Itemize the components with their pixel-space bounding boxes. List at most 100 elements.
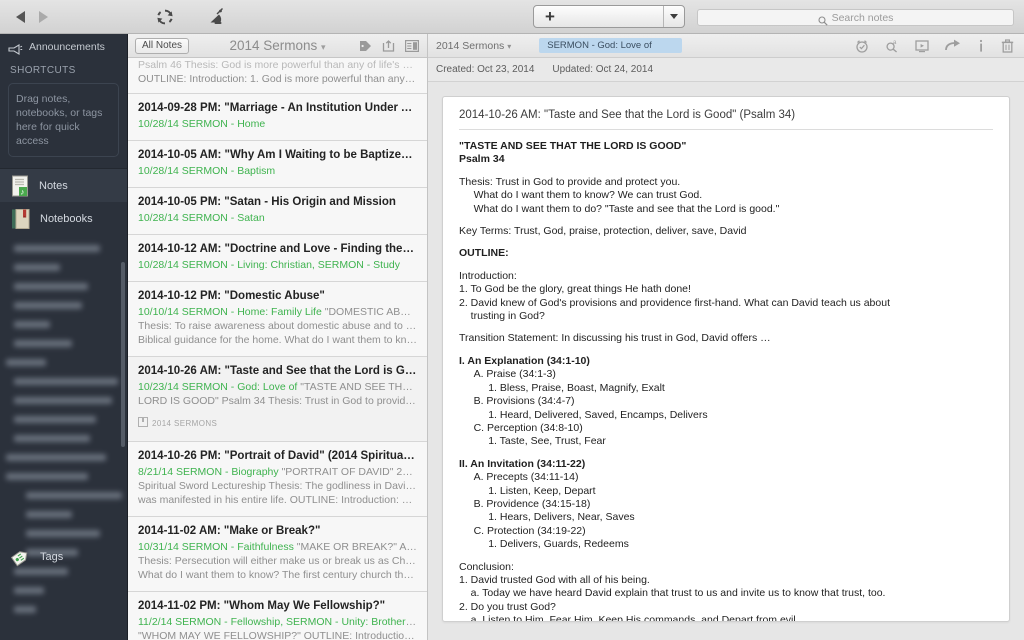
note-content-line: Key Terms: Trust, God, praise, protectio…: [459, 225, 747, 238]
notebook-tree-item[interactable]: [0, 277, 127, 296]
reminder-icon[interactable]: [855, 39, 869, 53]
notebook-tree-item[interactable]: [0, 467, 127, 486]
note-editor-icons: a: [855, 38, 1024, 53]
note-list-item-date: 10/28/14: [138, 259, 182, 271]
notebook-tree-item-label: [14, 606, 36, 613]
notebook-tree-item-label: [26, 530, 100, 537]
sidebar-item-notebooks[interactable]: Notebooks: [0, 202, 127, 235]
navigation-arrows: [16, 10, 48, 23]
info-icon[interactable]: [977, 39, 985, 53]
sidebar-item-notes[interactable]: ♪ Notes: [0, 169, 127, 202]
notebook-tree-item[interactable]: [0, 581, 127, 600]
chevron-down-icon: ▾: [507, 41, 512, 51]
notebook-icon: [138, 414, 148, 432]
note-content-line: 1. Delivers, Guards, Redeems: [459, 538, 629, 551]
note-content-line: 1. Taste, See, Trust, Fear: [459, 435, 606, 448]
new-note-dropdown[interactable]: [663, 6, 684, 27]
notebook-tree-item[interactable]: [0, 486, 127, 505]
note-list-item[interactable]: 2014-10-05 PM: "Satan - His Origin and M…: [128, 188, 427, 235]
note-list-item-snippet: "TASTE AND SEE THAT THE: [300, 381, 417, 393]
sidebar-scrollbar[interactable]: [121, 262, 125, 447]
notebook-tree-item[interactable]: [0, 524, 127, 543]
note-list-item-date: 10/10/14: [138, 306, 182, 318]
note-list-item[interactable]: 2014-10-05 AM: "Why Am I Waiting to be B…: [128, 141, 427, 188]
notebook-tree-item[interactable]: [0, 410, 127, 429]
notebook-tree-item[interactable]: [0, 429, 127, 448]
note-list-item-title: 2014-10-26 AM: "Taste and See that the L…: [138, 365, 417, 377]
search-icon: [818, 13, 828, 26]
note-title[interactable]: 2014-10-26 AM: "Taste and See that the L…: [459, 109, 993, 129]
new-note-button[interactable]: +: [533, 5, 685, 28]
share-icon[interactable]: [945, 39, 961, 53]
note-list-item[interactable]: 2014-10-12 AM: "Doctrine and Love - Find…: [128, 235, 427, 282]
note-list-item[interactable]: 2014-09-28 PM: "Marriage - An Institutio…: [128, 94, 427, 141]
notebook-tree-item[interactable]: [0, 334, 127, 353]
notebook-tree-item-label: [14, 435, 90, 442]
note-list-item-meta: 10/28/14 SERMON - Living: Christian, SER…: [138, 258, 417, 272]
note-editor-panel: 2014 Sermons ▾ SERMON - God: Love of a C…: [428, 34, 1024, 640]
notebook-tree-item[interactable]: [0, 296, 127, 315]
note-list-item-title: 2014-09-28 PM: "Marriage - An Institutio…: [138, 102, 417, 114]
note-content-spacer: [459, 238, 993, 247]
note-list-item[interactable]: 2014-10-26 PM: "Portrait of David" (2014…: [128, 442, 427, 517]
export-icon[interactable]: [382, 39, 395, 52]
note-content-line: C. Protection (34:19-22): [459, 524, 586, 537]
note-list-item[interactable]: Psalm 46 Thesis: God is more powerful th…: [128, 58, 427, 94]
note-list-item[interactable]: 2014-10-26 AM: "Taste and See that the L…: [128, 357, 427, 442]
note-list-item[interactable]: 2014-11-02 AM: "Make or Break?" 10/31/14 …: [128, 517, 427, 592]
presentation-icon[interactable]: [915, 39, 929, 53]
note-content-spacer: [459, 323, 993, 332]
sync-icon[interactable]: [154, 6, 176, 28]
note-content-spacer: [459, 261, 993, 270]
note-list-item-snippet: Spiritual Sword Lectureship Thesis: The …: [138, 480, 417, 492]
note-content-line: C. Perception (34:8-10): [459, 421, 583, 434]
sidebar-item-notes-label: Notes: [39, 179, 68, 192]
svg-text:♪: ♪: [20, 187, 24, 196]
notebook-tree-item[interactable]: [0, 600, 127, 619]
all-notes-button[interactable]: All Notes: [135, 37, 190, 54]
notebook-tree-item[interactable]: [0, 391, 127, 410]
note-card[interactable]: 2014-10-26 AM: "Taste and See that the L…: [442, 96, 1010, 622]
shortcuts-drop-zone[interactable]: Drag notes, notebooks, or tags here for …: [8, 83, 119, 157]
trash-icon[interactable]: [1001, 38, 1014, 53]
sidebar-item-tags[interactable]: Tags: [0, 546, 63, 568]
new-note-main[interactable]: +: [534, 6, 663, 27]
announcements-label: Announcements: [29, 41, 105, 53]
note-list-item[interactable]: 2014-11-02 PM: "Whom May We Fellowship?"…: [128, 592, 427, 640]
search-in-note-icon[interactable]: a: [885, 39, 899, 53]
notebook-tree-item[interactable]: [0, 353, 127, 372]
note-updated-date: Updated: Oct 24, 2014: [552, 64, 654, 75]
notebook-tree-item[interactable]: [0, 315, 127, 334]
notebook-tree-item[interactable]: [0, 258, 127, 277]
note-content-line: II. An Invitation (34:11-22): [459, 457, 586, 470]
sidebar-item-notebooks-label: Notebooks: [40, 212, 93, 225]
note-list-item-snippet: "PORTRAIT OF DAVID" 2014: [278, 466, 417, 478]
note-content[interactable]: "TASTE AND SEE THAT THE LORD IS GOOD" Psa…: [459, 140, 993, 621]
notebook-tree-item-label: [6, 454, 106, 461]
note-content-line: 1. Bless, Praise, Boast, Magnify, Exalt: [459, 381, 665, 394]
notebook-tree-item[interactable]: [0, 505, 127, 524]
nav-back-icon[interactable]: [16, 10, 25, 23]
note-list-item-snippet: "WHOM MAY WE FELLOWSHIP?" OUTLINE: Intro…: [138, 630, 417, 640]
tag-icon[interactable]: [359, 40, 372, 52]
note-list-item[interactable]: 2014-10-12 PM: "Domestic Abuse" 10/10/14 …: [128, 282, 427, 357]
notebook-tree-item-label: [14, 416, 96, 423]
notebook-tree-item-label: [26, 511, 72, 518]
search-input[interactable]: Search notes: [697, 9, 1014, 26]
view-options-icon[interactable]: [405, 39, 419, 52]
notebook-tree-item[interactable]: [0, 448, 127, 467]
note-list-scroll-area[interactable]: Psalm 46 Thesis: God is more powerful th…: [128, 58, 427, 640]
notebook-tree-item[interactable]: [0, 239, 127, 258]
satellite-icon[interactable]: [206, 6, 228, 28]
note-created-date: Created: Oct 23, 2014: [436, 64, 535, 75]
sidebar-item-announcements[interactable]: Announcements: [0, 34, 127, 59]
notebook-tree-item[interactable]: [0, 372, 127, 391]
nav-forward-icon[interactable]: [39, 10, 48, 23]
note-notebook-selector[interactable]: 2014 Sermons ▾: [436, 40, 511, 52]
note-list-item-snippet: Psalm 46 Thesis: God is more powerful th…: [138, 59, 417, 71]
note-list-item-meta: 10/28/14 SERMON - Home: [138, 117, 417, 131]
note-list-item-tags: SERMON - Faithfulness: [181, 541, 294, 553]
note-content-line: 1. Hears, Delivers, Near, Saves: [459, 511, 635, 524]
note-list-header-icons: [359, 39, 427, 52]
note-tag-pill[interactable]: SERMON - God: Love of: [539, 38, 682, 53]
